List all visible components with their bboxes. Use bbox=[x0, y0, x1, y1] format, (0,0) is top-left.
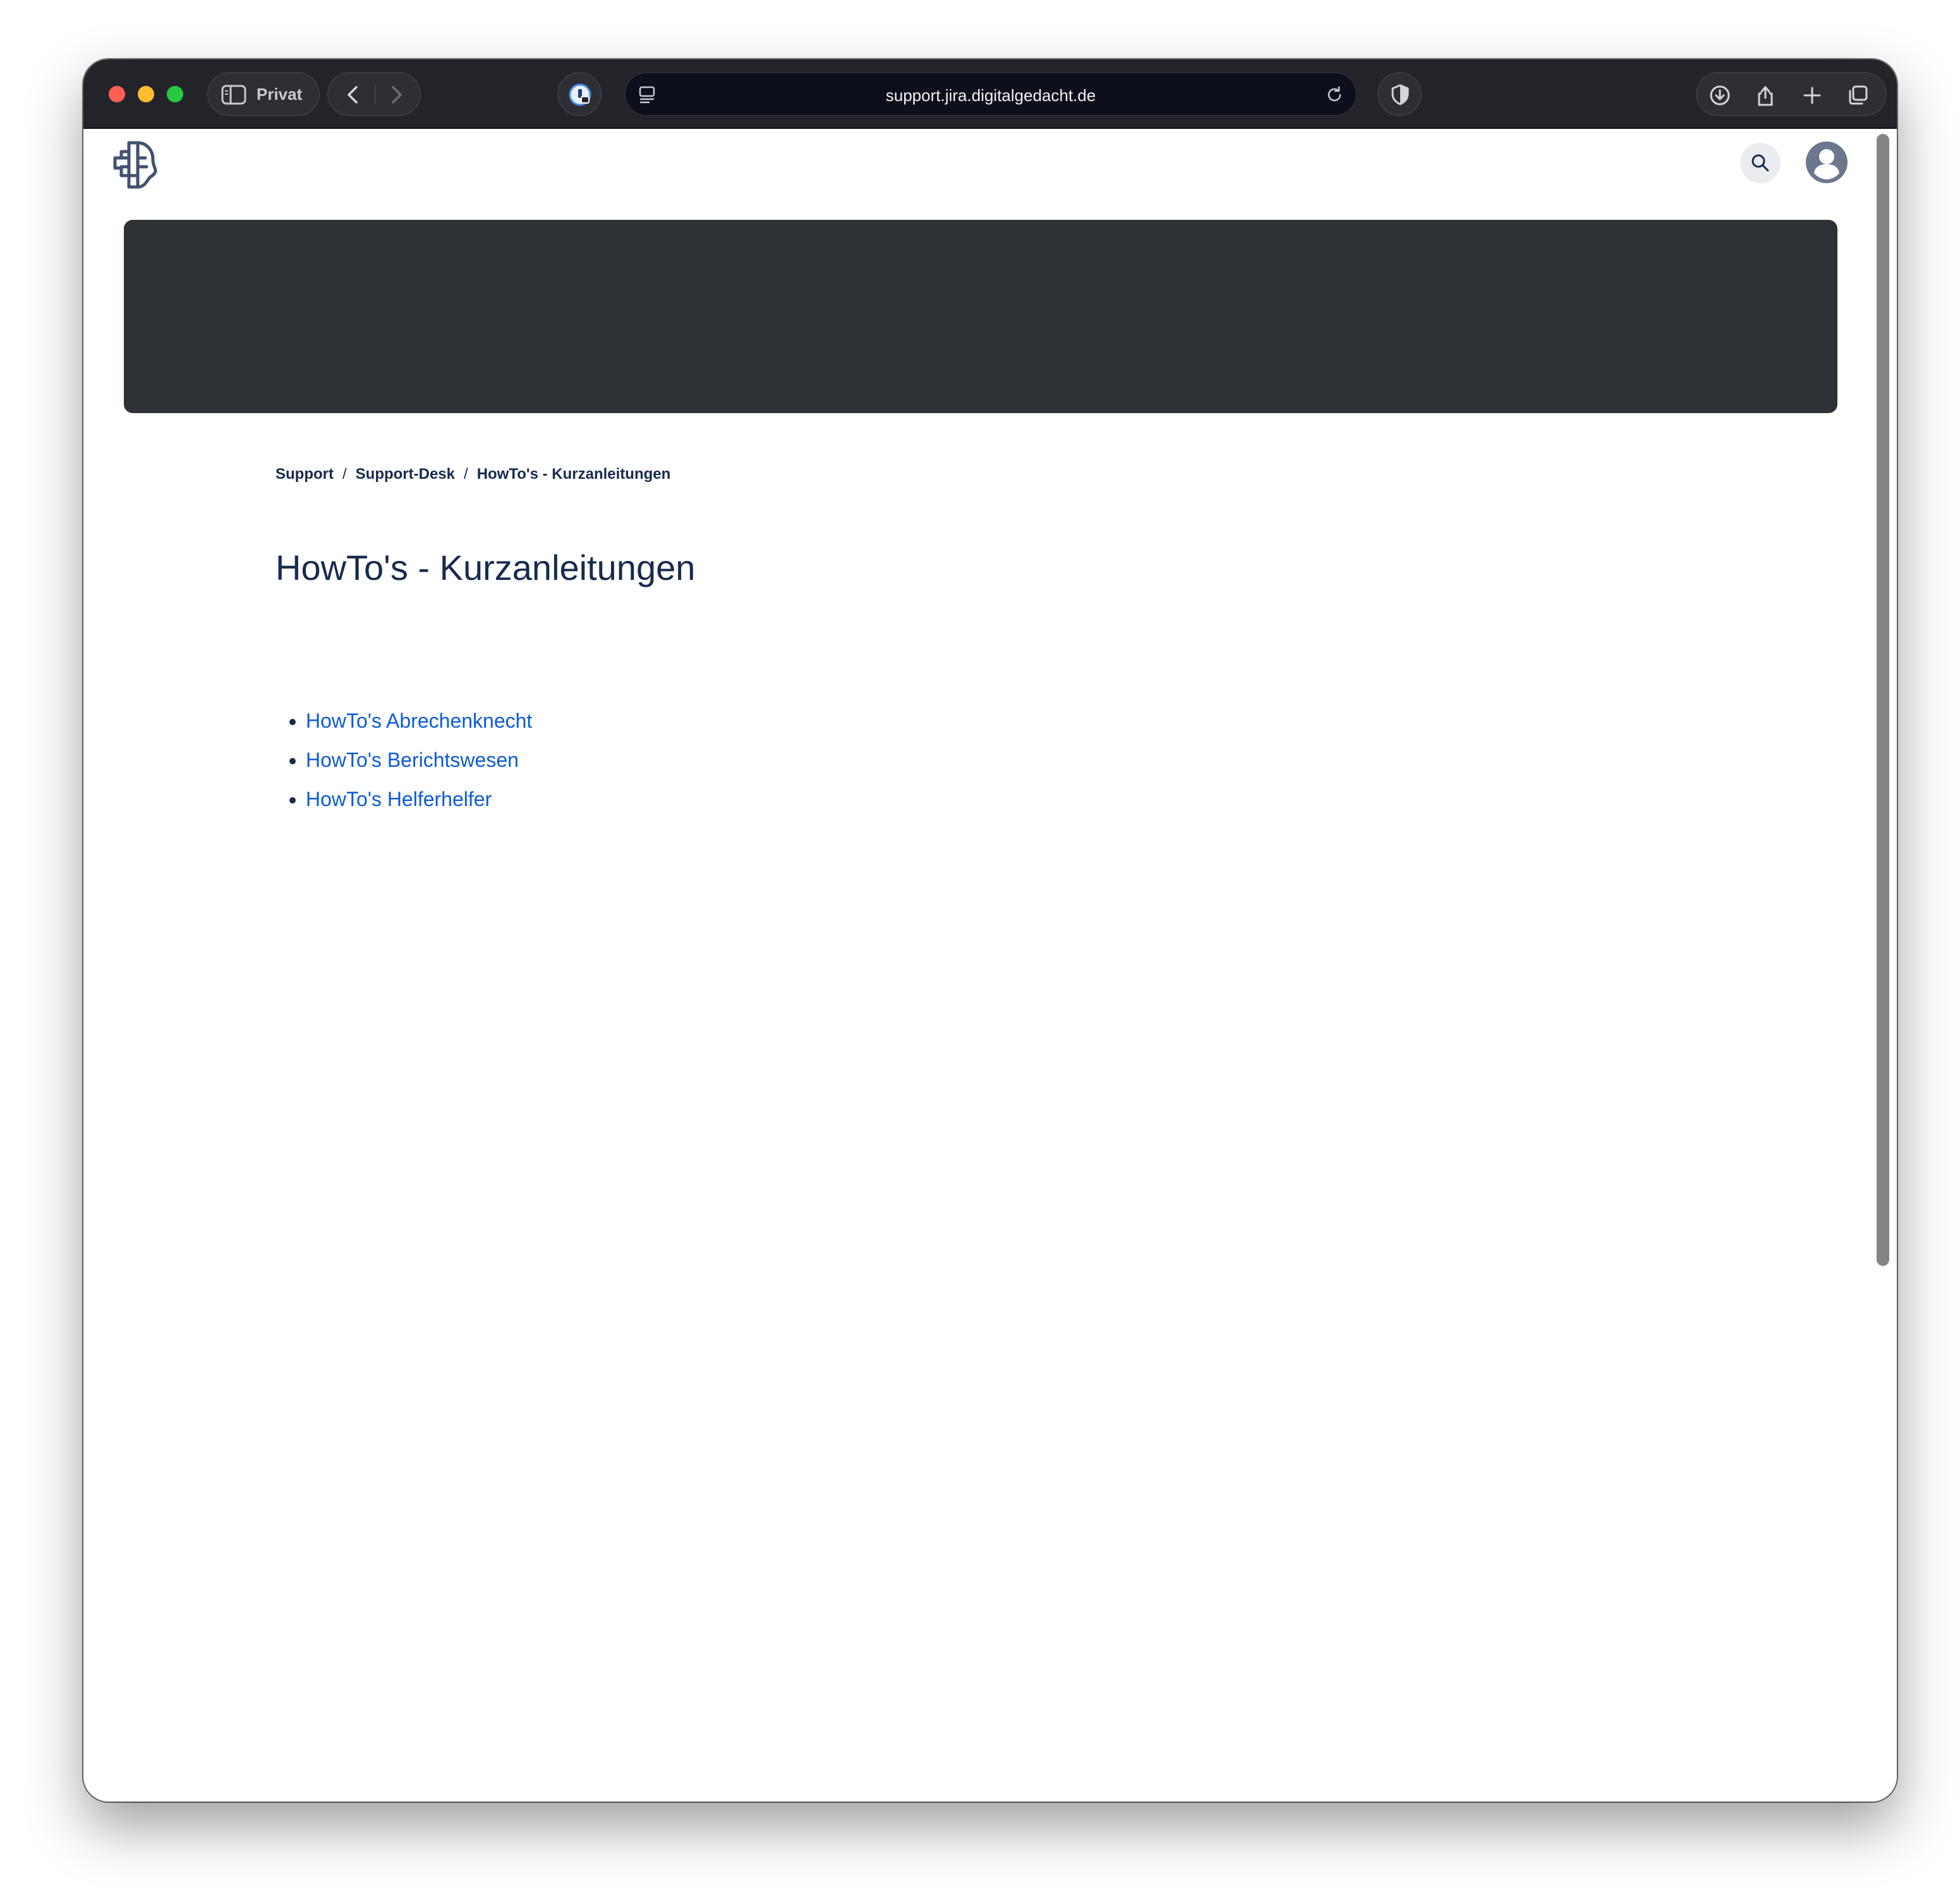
sidebar-icon bbox=[221, 85, 246, 105]
breadcrumb-separator: / bbox=[342, 466, 347, 483]
private-mode-label: Privat bbox=[257, 85, 303, 104]
list-item: HowTo's Abrechenknecht bbox=[306, 701, 532, 740]
minimize-window-button[interactable] bbox=[138, 86, 154, 102]
link-howto-helferhelfer[interactable]: HowTo's Helferhelfer bbox=[306, 788, 492, 810]
list-item: HowTo's Helferhelfer bbox=[306, 779, 532, 819]
browser-toolbar: Privat support.jira.digitalgedacht.de bbox=[83, 59, 1897, 129]
portal-banner bbox=[124, 220, 1837, 413]
page-content: Support / Support-Desk / HowTo's - Kurzanlei… bbox=[83, 129, 1897, 1802]
chevron-right-icon[interactable] bbox=[384, 84, 407, 105]
password-manager-icon bbox=[569, 83, 591, 106]
breadcrumb-item-support-desk[interactable]: Support-Desk bbox=[356, 466, 455, 483]
download-icon[interactable] bbox=[1709, 84, 1731, 107]
breadcrumb-item-support[interactable]: Support bbox=[275, 466, 334, 483]
toolbar-actions bbox=[1696, 72, 1887, 116]
shield-icon bbox=[1391, 84, 1409, 105]
share-icon[interactable] bbox=[1754, 84, 1777, 107]
user-avatar-icon[interactable] bbox=[1805, 140, 1849, 184]
reload-icon[interactable] bbox=[1324, 85, 1345, 105]
history-navigation bbox=[327, 72, 421, 116]
link-howto-berichtswesen[interactable]: HowTo's Berichtswesen bbox=[306, 749, 519, 771]
howto-link-list: HowTo's Abrechenknecht HowTo's Berichtsw… bbox=[275, 701, 532, 819]
privacy-report-button[interactable] bbox=[1377, 72, 1422, 116]
zoom-window-button[interactable] bbox=[167, 86, 183, 102]
new-tab-icon[interactable] bbox=[1801, 84, 1824, 107]
tab-overview-icon[interactable] bbox=[1846, 84, 1869, 107]
search-button[interactable] bbox=[1740, 143, 1781, 183]
breadcrumb: Support / Support-Desk / HowTo's - Kurzanlei… bbox=[275, 465, 670, 484]
list-item: HowTo's Berichtswesen bbox=[306, 740, 532, 779]
link-howto-abrechenknecht[interactable]: HowTo's Abrechenknecht bbox=[306, 709, 532, 732]
search-icon bbox=[1751, 154, 1769, 172]
brain-logo-icon[interactable] bbox=[110, 139, 158, 191]
vertical-scrollbar[interactable] bbox=[1877, 134, 1889, 1266]
breadcrumb-separator: / bbox=[464, 466, 468, 483]
sidebar-toggle-button[interactable]: Privat bbox=[207, 72, 320, 116]
address-bar[interactable]: support.jira.digitalgedacht.de bbox=[624, 72, 1357, 116]
url-text: support.jira.digitalgedacht.de bbox=[885, 86, 1096, 105]
nav-divider bbox=[375, 86, 376, 104]
close-window-button[interactable] bbox=[109, 86, 125, 102]
breadcrumb-item-current[interactable]: HowTo's - Kurzanleitungen bbox=[477, 466, 671, 483]
chevron-left-icon[interactable] bbox=[342, 84, 365, 105]
browser-window: Privat support.jira.digitalgedacht.de Su… bbox=[83, 59, 1897, 1802]
password-manager-button[interactable] bbox=[557, 72, 602, 116]
page-title: HowTo's - Kurzanleitungen bbox=[275, 548, 696, 587]
